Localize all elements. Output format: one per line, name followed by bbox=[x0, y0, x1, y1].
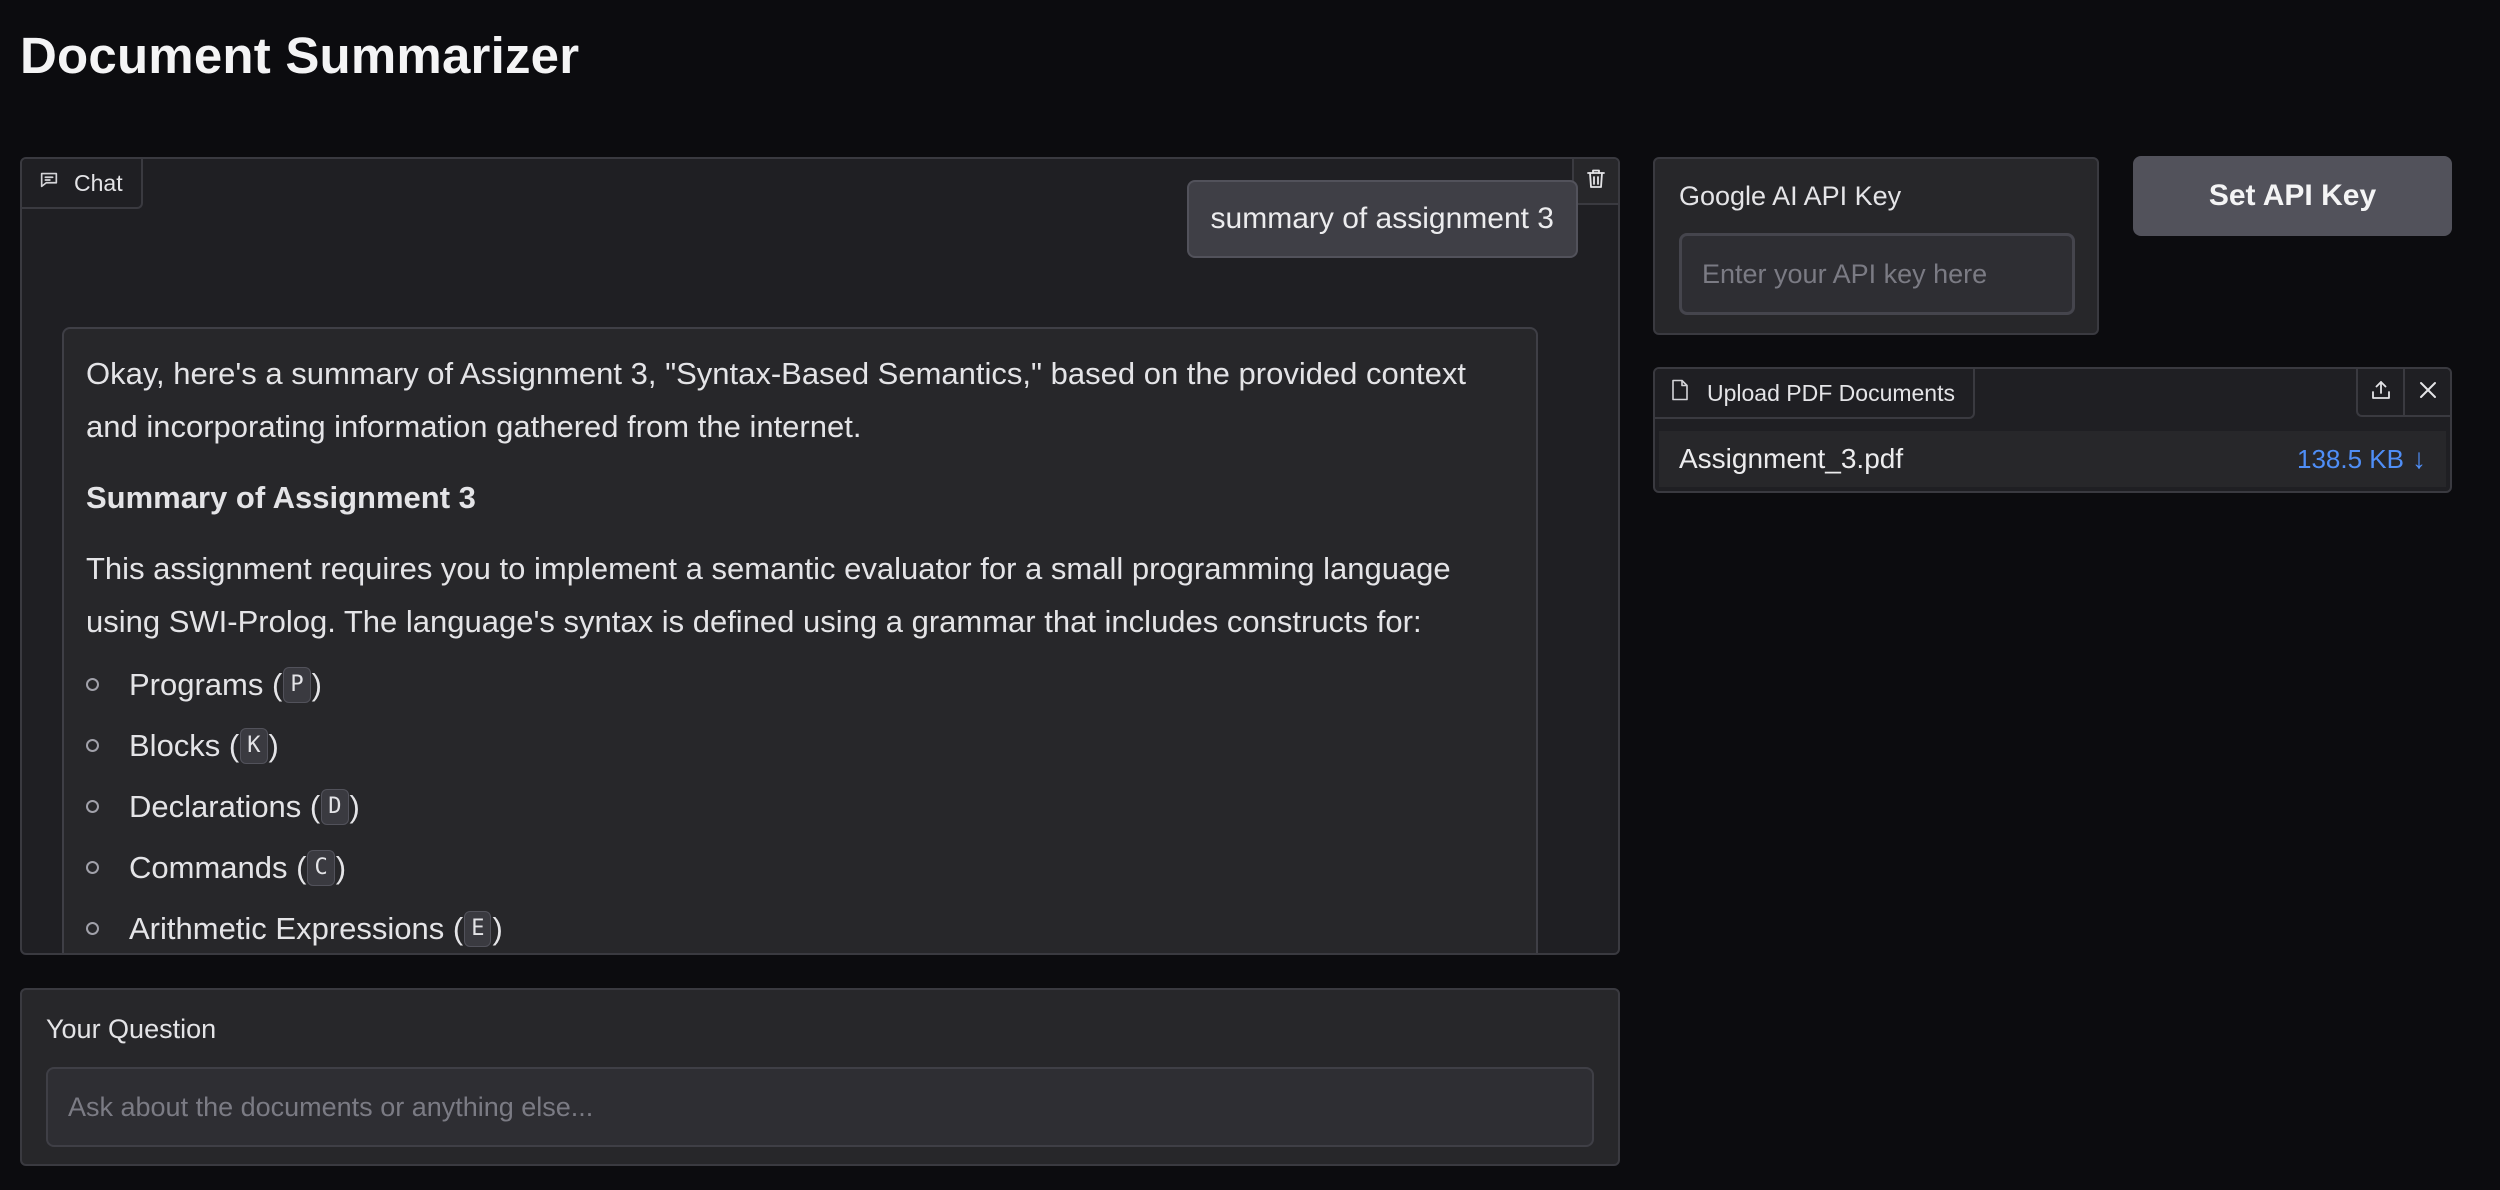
bullet-icon bbox=[86, 739, 99, 752]
clear-chat-button[interactable] bbox=[1572, 159, 1618, 205]
list-item: Commands (C) bbox=[86, 837, 1514, 898]
api-key-input[interactable] bbox=[1679, 233, 2075, 315]
bot-message-bubble: Okay, here's a summary of Assignment 3, … bbox=[62, 327, 1538, 953]
list-item-label: Commands ( bbox=[129, 850, 307, 885]
code-symbol: E bbox=[464, 910, 492, 947]
upload-actions bbox=[2356, 369, 2450, 417]
download-icon: ↓ bbox=[2412, 443, 2426, 474]
bullet-icon bbox=[86, 800, 99, 813]
upload-icon bbox=[2369, 378, 2393, 407]
upload-button[interactable] bbox=[2356, 369, 2403, 417]
file-name: Assignment_3.pdf bbox=[1679, 443, 1904, 474]
file-row: Assignment_3.pdf 138.5 KB ↓ bbox=[1659, 431, 2446, 487]
file-download-link[interactable]: 138.5 KB ↓ bbox=[2297, 443, 2426, 475]
chat-tab-label: Chat bbox=[74, 169, 123, 196]
question-label: Your Question bbox=[46, 1014, 217, 1044]
user-message-bubble: summary of assignment 3 bbox=[1186, 180, 1578, 258]
list-item-label: Blocks ( bbox=[129, 728, 240, 763]
bot-message-description: This assignment requires you to implemen… bbox=[86, 551, 1451, 639]
user-message-text: summary of assignment 3 bbox=[1210, 202, 1554, 235]
list-item: Programs (P) bbox=[86, 654, 1514, 715]
question-input[interactable] bbox=[46, 1067, 1594, 1147]
bullet-icon bbox=[86, 861, 99, 874]
list-item-close: ) bbox=[349, 789, 360, 824]
page-title: Document Summarizer bbox=[20, 27, 580, 84]
question-panel: Your Question bbox=[20, 988, 1620, 1166]
constructs-list: Programs (P) Blocks (K) Declarations (D)… bbox=[86, 654, 1514, 953]
upload-tab-label: Upload PDF Documents bbox=[1707, 379, 1955, 406]
code-symbol: P bbox=[283, 666, 311, 703]
code-symbol: K bbox=[240, 727, 268, 764]
list-item-close: ) bbox=[335, 850, 347, 885]
code-symbol: C bbox=[307, 849, 335, 886]
code-symbol: D bbox=[321, 788, 349, 825]
upload-panel: Upload PDF Documents Assignment_3.pdf 13… bbox=[1653, 367, 2452, 493]
list-item: Blocks (K) bbox=[86, 715, 1514, 776]
bullet-icon bbox=[86, 678, 99, 691]
list-item-label: Arithmetic Expressions ( bbox=[129, 911, 464, 946]
list-item-label: Programs ( bbox=[129, 667, 283, 702]
list-item-label: Declarations ( bbox=[129, 789, 321, 824]
upload-label-tab: Upload PDF Documents bbox=[1655, 369, 1975, 419]
chat-label-tab: Chat bbox=[22, 159, 143, 209]
list-item-close: ) bbox=[492, 911, 503, 946]
bot-message-heading: Summary of Assignment 3 bbox=[86, 480, 476, 515]
close-icon bbox=[2416, 378, 2440, 407]
file-icon bbox=[1671, 379, 1689, 407]
trash-icon bbox=[1584, 167, 1608, 196]
list-item-close: ) bbox=[268, 728, 279, 763]
api-key-panel: Google AI API Key bbox=[1653, 157, 2099, 335]
chatbot-panel: Chat summary of assignment 3 Okay, here'… bbox=[20, 157, 1620, 955]
chat-bubble-icon bbox=[38, 169, 60, 197]
bullet-icon bbox=[86, 922, 99, 935]
list-item: Declarations (D) bbox=[86, 776, 1514, 837]
api-key-label: Google AI API Key bbox=[1679, 181, 1902, 211]
file-size: 138.5 KB bbox=[2297, 443, 2404, 474]
list-item-close: ) bbox=[311, 667, 322, 702]
bot-message-intro: Okay, here's a summary of Assignment 3, … bbox=[86, 356, 1466, 444]
clear-files-button[interactable] bbox=[2403, 369, 2450, 417]
set-api-key-button[interactable]: Set API Key bbox=[2133, 156, 2452, 236]
list-item: Arithmetic Expressions (E) bbox=[86, 898, 1514, 953]
